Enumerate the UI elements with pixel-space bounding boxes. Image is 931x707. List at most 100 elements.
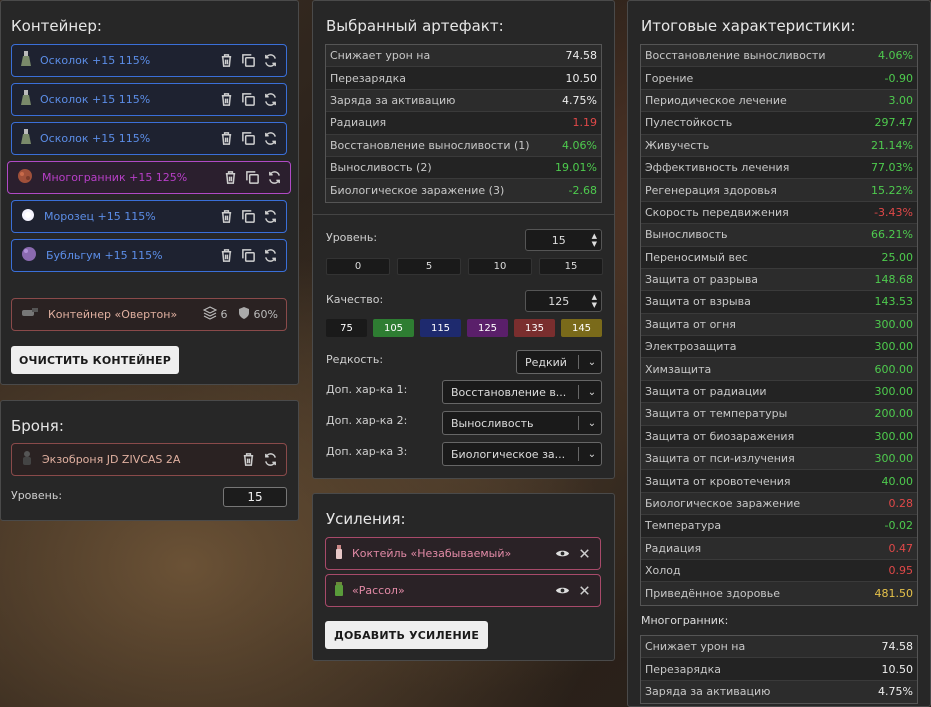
stat-name: Восстановление выносливости (1) (330, 138, 530, 152)
trash-icon[interactable] (219, 92, 234, 107)
rarity-select[interactable]: Редкий ⌄ (516, 350, 602, 374)
boost-item[interactable]: Коктейль «Незабываемый» (325, 537, 601, 570)
stat-name: Радиация (330, 116, 387, 130)
copy-icon[interactable] (245, 170, 260, 185)
stat-name: Заряда за активацию (330, 93, 456, 107)
quality-input[interactable]: 125 ▲ ▼ (525, 290, 602, 312)
trash-icon[interactable] (219, 209, 234, 224)
container-artifact-item[interactable]: Бубльгум +15 115% (11, 239, 287, 272)
refresh-icon[interactable] (267, 170, 282, 185)
trash-icon[interactable] (219, 131, 234, 146)
extra1-select[interactable]: Восстановление в... ⌄ (442, 380, 602, 404)
stat-row: Электрозащита 300.00 (641, 336, 917, 359)
add-boost-button[interactable]: ДОБАВИТЬ УСИЛЕНИЕ (325, 621, 488, 649)
stat-value: -0.02 (884, 519, 913, 533)
artifact-panel: Выбранный артефакт: Снижает урон на 74.58… (312, 0, 615, 479)
container-title: Контейнер: (11, 17, 102, 35)
stat-value: 74.58 (565, 49, 598, 63)
stat-row: Заряда за активацию 4.75% (641, 680, 917, 704)
sub-title: Многогранник: (641, 614, 729, 627)
copy-icon[interactable] (241, 92, 256, 107)
quality-preset-button[interactable]: 145 (561, 319, 602, 337)
quality-preset-button[interactable]: 105 (373, 319, 414, 337)
stat-name: Температура (645, 519, 722, 533)
refresh-icon[interactable] (263, 53, 278, 68)
copy-icon[interactable] (241, 53, 256, 68)
container-item-label: Контейнер «Овертон» (48, 308, 178, 321)
stat-name: Перезарядка (645, 662, 721, 676)
copy-icon[interactable] (241, 131, 256, 146)
stat-name: Защита от температуры (645, 407, 788, 421)
eye-icon[interactable] (555, 583, 570, 598)
boost-item[interactable]: «Рассол» (325, 574, 601, 607)
quality-preset-button[interactable]: 125 (467, 319, 508, 337)
refresh-icon[interactable] (263, 92, 278, 107)
level-preset-button[interactable]: 10 (468, 258, 532, 275)
stat-row: Химзащита 600.00 (641, 358, 917, 381)
copy-icon[interactable] (241, 248, 256, 263)
stat-value: 0.95 (888, 564, 914, 578)
container-artifact-item[interactable]: Многогранник +15 125% (7, 161, 291, 194)
chevron-down-icon: ⌄ (587, 448, 597, 460)
container-protection: 60% (253, 308, 278, 321)
container-artifact-item[interactable]: Осколок +15 115% (11, 83, 287, 116)
boosts-title: Усиления: (326, 510, 406, 528)
armor-level-label: Уровень: (11, 489, 63, 502)
eye-icon[interactable] (555, 546, 570, 561)
copy-icon[interactable] (241, 209, 256, 224)
stat-value: 4.75% (562, 93, 597, 107)
stat-name: Защита от кровотечения (645, 474, 791, 488)
artifact-level-label: Уровень: (326, 231, 378, 244)
trash-icon[interactable] (241, 452, 256, 467)
quality-preset-button[interactable]: 135 (514, 319, 555, 337)
stat-value: 19.01% (555, 161, 597, 175)
close-icon[interactable] (577, 583, 592, 598)
level-preset-button[interactable]: 5 (397, 258, 461, 275)
container-artifact-item[interactable]: Осколок +15 115% (11, 122, 287, 155)
quality-preset-button[interactable]: 115 (420, 319, 461, 337)
stepper-arrows-icon[interactable]: ▲ ▼ (592, 293, 601, 309)
stat-row: Заряда за активацию 4.75% (326, 89, 601, 113)
trash-icon[interactable] (219, 53, 234, 68)
refresh-icon[interactable] (263, 131, 278, 146)
refresh-icon[interactable] (263, 452, 278, 467)
artifact-item-label: Бубльгум +15 115% (46, 249, 163, 262)
level-preset-button[interactable]: 15 (539, 258, 603, 275)
chevron-down-icon: ⌄ (587, 386, 597, 398)
stat-row: Перезарядка 10.50 (326, 67, 601, 90)
extra2-select[interactable]: Выносливость ⌄ (442, 411, 602, 435)
container-item[interactable]: Контейнер «Овертон» 6 60% (11, 298, 287, 331)
stat-name: Скорость передвижения (645, 205, 789, 219)
stat-row: Приведённое здоровье 481.50 (641, 582, 917, 605)
clear-container-button[interactable]: ОЧИСТИТЬ КОНТЕЙНЕР (11, 346, 179, 374)
close-icon[interactable] (577, 546, 592, 561)
container-artifact-item[interactable]: Морозец +15 115% (11, 200, 287, 233)
armor-item[interactable]: Экзоброня JD ZIVCAS 2A (11, 443, 287, 476)
extra3-select[interactable]: Биологическое за... ⌄ (442, 442, 602, 466)
stat-row: Температура -0.02 (641, 515, 917, 538)
extra3-label: Доп. хар-ка 3: (326, 445, 408, 458)
stat-row: Защита от пси-излучения 300.00 (641, 448, 917, 471)
stat-value: 21.14% (871, 138, 913, 152)
stat-value: 0.28 (888, 497, 914, 510)
artifact-title: Выбранный артефакт: (326, 17, 504, 35)
artifact-level-input[interactable]: 15 ▲ ▼ (525, 229, 602, 251)
trash-icon[interactable] (223, 170, 238, 185)
container-panel: Контейнер: Осколок +15 115% Осколок +15 1… (0, 0, 299, 385)
bubblegum-icon (20, 245, 38, 267)
trash-icon[interactable] (219, 248, 234, 263)
stat-name: Регенерация здоровья (645, 183, 777, 197)
quality-preset-button[interactable]: 75 (326, 319, 367, 337)
container-artifact-item[interactable]: Осколок +15 115% (11, 44, 287, 77)
armor-level-input[interactable]: 15 (223, 487, 287, 507)
level-preset-button[interactable]: 0 (326, 258, 390, 275)
stat-value: 3.00 (888, 93, 914, 107)
stat-value: -0.90 (884, 71, 913, 85)
refresh-icon[interactable] (263, 248, 278, 263)
stat-row: Скорость передвижения -3.43% (641, 202, 917, 225)
stepper-arrows-icon[interactable]: ▲ ▼ (592, 232, 601, 248)
stat-name: Биологическое заражение (645, 497, 801, 510)
stat-row: Защита от температуры 200.00 (641, 403, 917, 426)
refresh-icon[interactable] (263, 209, 278, 224)
shield-icon (238, 305, 250, 324)
